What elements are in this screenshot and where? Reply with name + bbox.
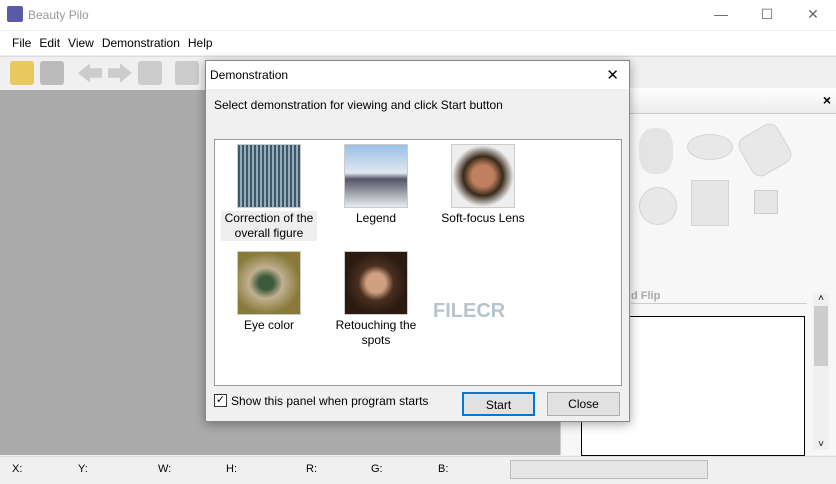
demo-item-legend[interactable]: Legend <box>328 140 424 226</box>
start-button[interactable]: Start <box>462 392 535 416</box>
dialog-title-bar: Demonstration ✕ <box>206 61 629 89</box>
divider <box>631 303 807 304</box>
checkbox-label: Show this panel when program starts <box>231 394 429 408</box>
demo-item-soft-focus[interactable]: Soft-focus Lens <box>435 140 531 226</box>
back-icon[interactable] <box>78 63 102 83</box>
title-bar: Beauty Pilo — ☐ ✕ <box>0 0 836 30</box>
minimize-button[interactable]: — <box>698 0 744 30</box>
scroll-up-button[interactable]: ˄ <box>813 293 829 304</box>
dialog-close-button[interactable]: ✕ <box>606 66 619 84</box>
thumbnail <box>451 144 515 208</box>
open-icon[interactable] <box>10 61 34 85</box>
thumbnail <box>344 144 408 208</box>
menu-bar: File Edit View Demonstration Help <box>0 31 836 55</box>
thumbnail <box>237 251 301 315</box>
status-x: X: <box>12 463 23 475</box>
eraser-tool-icon[interactable] <box>734 119 796 181</box>
status-y: Y: <box>78 463 88 475</box>
menu-demonstration[interactable]: Demonstration <box>98 36 184 50</box>
scroll-down-button[interactable]: ˅ <box>813 439 829 450</box>
status-bar: X: Y: W: H: R: G: B: <box>0 456 836 484</box>
forward-icon[interactable] <box>108 63 132 83</box>
status-g: G: <box>371 463 383 475</box>
section-label: d Flip <box>631 290 661 302</box>
scrollbar[interactable]: ˄ ˅ <box>813 293 829 450</box>
save-icon[interactable] <box>40 61 64 85</box>
crop-tool-icon[interactable] <box>754 190 778 214</box>
item-label: Legend <box>355 211 397 225</box>
demo-item-eye-color[interactable]: Eye color <box>221 247 317 333</box>
item-label: Soft-focus Lens <box>441 211 525 225</box>
watermark: FILECR <box>433 300 506 322</box>
panel-close-button[interactable]: × <box>823 92 831 108</box>
menu-help[interactable]: Help <box>184 36 217 50</box>
resize-tool-icon[interactable] <box>691 180 729 226</box>
item-label: Retouching the spots <box>335 318 417 347</box>
dialog-instruction: Select demonstration for viewing and cli… <box>214 98 503 112</box>
menu-view[interactable]: View <box>64 36 98 50</box>
demo-list: Correction of the overall figure Legend … <box>214 139 622 386</box>
rotate-tool-icon[interactable] <box>639 187 677 225</box>
undo-icon[interactable] <box>175 61 199 85</box>
status-w: W: <box>158 463 172 475</box>
menu-edit[interactable]: Edit <box>35 36 64 50</box>
thumbnail <box>237 144 301 208</box>
status-r: R: <box>306 463 317 475</box>
item-label: Eye color <box>243 318 295 332</box>
close-dialog-button[interactable]: Close <box>547 392 620 416</box>
progress-bar <box>510 460 708 479</box>
menu-file[interactable]: File <box>8 36 35 50</box>
demo-item-retouching[interactable]: Retouching the spots <box>328 247 424 348</box>
status-h: H: <box>226 463 237 475</box>
app-title: Beauty Pilo <box>28 8 89 22</box>
close-button[interactable]: ✕ <box>790 0 836 30</box>
scroll-thumb[interactable] <box>814 306 828 366</box>
figure-tool-icon[interactable] <box>639 128 673 174</box>
print-icon[interactable] <box>138 61 162 85</box>
demo-item-correction[interactable]: Correction of the overall figure <box>221 140 317 241</box>
thumbnail <box>344 251 408 315</box>
eye-tool-icon[interactable] <box>687 134 733 160</box>
status-b: B: <box>438 463 449 475</box>
show-panel-checkbox[interactable]: ✓ <box>214 394 227 407</box>
maximize-button[interactable]: ☐ <box>744 0 790 30</box>
item-label: Correction of the overall figure <box>221 211 317 241</box>
dialog-title: Demonstration <box>210 68 289 82</box>
demonstration-dialog: Demonstration ✕ Select demonstration for… <box>205 60 630 422</box>
app-icon <box>7 6 23 22</box>
